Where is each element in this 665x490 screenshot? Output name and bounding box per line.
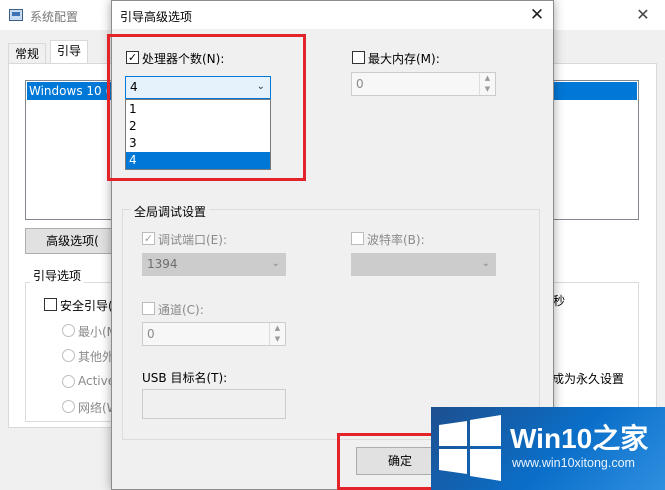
maximum-memory-checkbox[interactable] bbox=[352, 51, 365, 64]
channel-spin-buttons: ▲ ▼ bbox=[269, 323, 285, 345]
highlight-box-ok-button bbox=[337, 433, 442, 490]
highlight-box-processors bbox=[107, 34, 306, 181]
channel-label: 通道(C): bbox=[158, 303, 204, 317]
debug-port-combobox[interactable]: 1394 ⌄ bbox=[142, 253, 286, 276]
system-config-title: 系统配置 bbox=[30, 10, 79, 24]
maximum-memory-spin-buttons: ▲ ▼ bbox=[479, 73, 495, 95]
radio-network[interactable] bbox=[62, 400, 75, 413]
debug-port-value: 1394 bbox=[147, 257, 178, 271]
timeout-seconds-label: 秒 bbox=[553, 294, 566, 308]
maximum-memory-spinbox[interactable]: 0 ▲ ▼ bbox=[351, 72, 496, 96]
channel-checkbox[interactable] bbox=[142, 302, 155, 315]
tab-boot[interactable]: 引导 bbox=[50, 40, 89, 63]
tab-general[interactable]: 常规 bbox=[8, 43, 47, 63]
dialog-titlebar: 引导高级选项 ✕ bbox=[112, 1, 553, 29]
watermark-banner: Win10之家 www.win10xitong.com bbox=[431, 407, 665, 490]
maximum-memory-value: 0 bbox=[356, 77, 364, 91]
usb-target-name-input[interactable] bbox=[142, 389, 286, 419]
baud-rate-checkbox[interactable] bbox=[351, 232, 364, 245]
maximum-memory-label: 最大内存(M): bbox=[368, 52, 440, 66]
spin-up-icon[interactable]: ▲ bbox=[270, 323, 285, 334]
radio-alternate-shell[interactable] bbox=[62, 349, 75, 362]
global-debug-settings-title: 全局调试设置 bbox=[131, 203, 210, 220]
spin-down-icon[interactable]: ▼ bbox=[270, 334, 285, 345]
check-icon: ✓ bbox=[143, 232, 154, 245]
radio-minimal[interactable] bbox=[62, 324, 75, 337]
channel-value: 0 bbox=[147, 327, 155, 341]
safe-boot-label: 安全引导( bbox=[60, 299, 113, 313]
close-icon[interactable]: ✕ bbox=[628, 2, 658, 28]
boot-options-group-label: 引导选项 bbox=[30, 267, 85, 284]
channel-spinbox[interactable]: 0 ▲ ▼ bbox=[142, 322, 286, 346]
radio-active-directory-label: Active bbox=[78, 374, 116, 388]
usb-target-name-label: USB 目标名(T): bbox=[142, 371, 228, 385]
advanced-options-button[interactable]: 高级选项( bbox=[25, 228, 120, 254]
chevron-down-icon[interactable]: ⌄ bbox=[272, 258, 280, 269]
radio-alternate-shell-label: 其他外 bbox=[78, 350, 115, 364]
debug-port-checkbox[interactable]: ✓ bbox=[142, 232, 155, 245]
baud-rate-combobox[interactable]: ⌄ bbox=[351, 253, 496, 276]
baud-rate-label: 波特率(B): bbox=[367, 233, 425, 247]
watermark-title: Win10之家 bbox=[510, 423, 649, 454]
safe-boot-checkbox[interactable] bbox=[44, 298, 57, 311]
watermark-url: www.win10xitong.com bbox=[512, 456, 635, 470]
close-icon[interactable]: ✕ bbox=[523, 3, 551, 27]
debug-port-label: 调试端口(E): bbox=[158, 233, 227, 247]
spin-down-icon[interactable]: ▼ bbox=[480, 84, 495, 95]
radio-active-directory[interactable] bbox=[62, 375, 75, 388]
spin-up-icon[interactable]: ▲ bbox=[480, 73, 495, 84]
dialog-title: 引导高级选项 bbox=[120, 10, 193, 24]
system-config-app-icon bbox=[9, 9, 23, 21]
windows-logo-icon bbox=[439, 415, 501, 481]
chevron-down-icon[interactable]: ⌄ bbox=[482, 258, 490, 269]
